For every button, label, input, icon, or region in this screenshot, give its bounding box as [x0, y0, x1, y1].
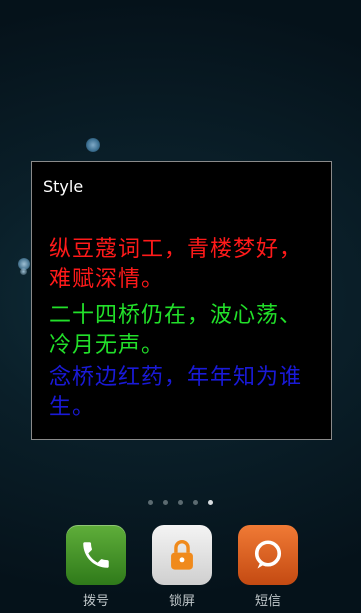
page-dot[interactable]	[178, 500, 183, 505]
bokeh-light	[86, 138, 100, 152]
message-icon[interactable]	[238, 525, 298, 585]
page-dot[interactable]	[193, 500, 198, 505]
dock-dialer[interactable]: 拨号	[65, 525, 127, 609]
dock-label-messages: 短信	[254, 594, 281, 609]
poem-line-blue: 念桥边红药，年年知为谁生。	[49, 365, 303, 420]
page-dot[interactable]	[148, 500, 153, 505]
page-dot-active[interactable]	[208, 500, 213, 505]
dock-label-lockscreen: 锁屏	[168, 594, 195, 609]
poem-line-red: 纵豆蔻词工，青楼梦好，难赋深情。	[49, 237, 303, 292]
dialog-title: Style	[43, 177, 84, 196]
bokeh-light	[20, 268, 27, 275]
poem-line-green: 二十四桥仍在，波心荡、冷月无声。	[49, 303, 303, 358]
lock-icon[interactable]	[152, 525, 212, 585]
page-indicator	[148, 500, 213, 505]
dock-lockscreen[interactable]: 锁屏	[151, 525, 213, 609]
phone-icon[interactable]	[66, 525, 126, 585]
dock-messages[interactable]: 短信	[237, 525, 299, 609]
style-dialog: Style 纵豆蔻词工，青楼梦好，难赋深情。 二十四桥仍在，波心荡、冷月无声。 …	[31, 161, 332, 440]
page-dot[interactable]	[163, 500, 168, 505]
dock-label-dialer: 拨号	[82, 594, 109, 609]
